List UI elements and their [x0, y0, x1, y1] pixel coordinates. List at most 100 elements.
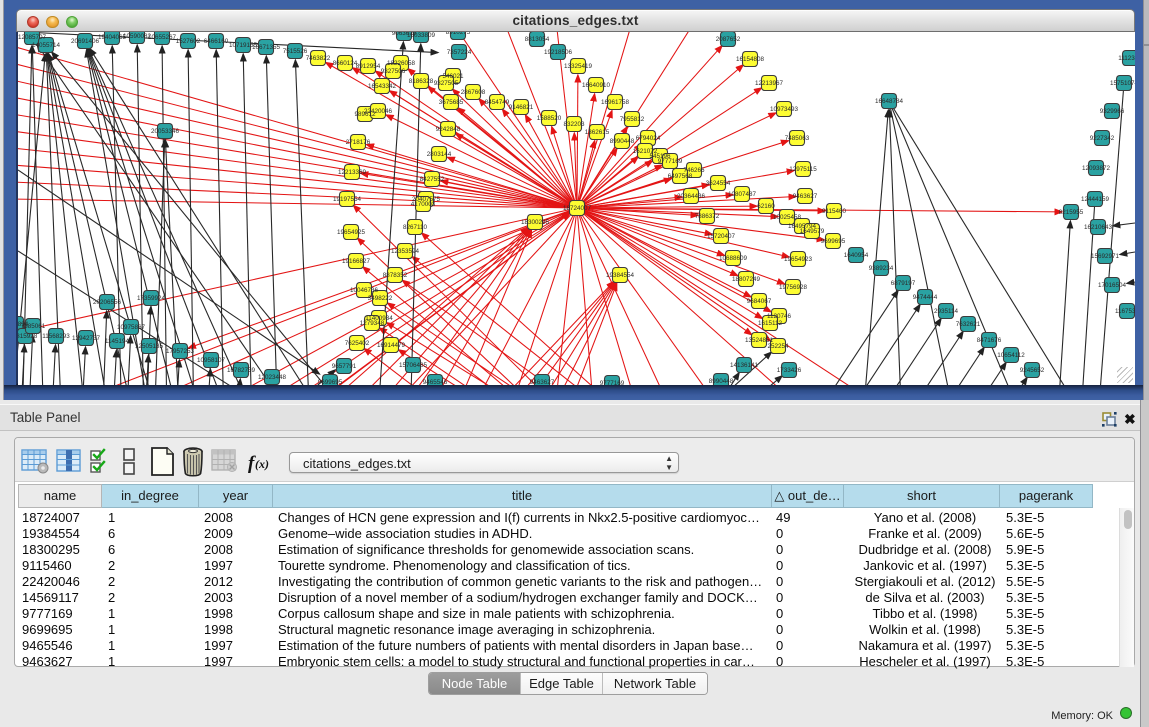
svg-text:9115460: 9115460	[822, 208, 847, 215]
svg-text:7955812: 7955812	[620, 116, 645, 123]
svg-text:8427552: 8427552	[420, 176, 445, 183]
svg-text:(x): (x)	[255, 457, 269, 471]
svg-text:14055714: 14055714	[32, 42, 61, 49]
svg-text:8215955: 8215955	[1059, 209, 1084, 216]
svg-text:16033809: 16033809	[407, 32, 436, 39]
svg-text:12353594: 12353594	[391, 248, 420, 255]
svg-text:1615112: 1615112	[758, 320, 783, 327]
svg-text:546021: 546021	[442, 73, 464, 80]
svg-text:10654112: 10654112	[997, 352, 1025, 359]
svg-text:15706485: 15706485	[399, 362, 428, 369]
svg-text:1145194: 1145194	[105, 338, 130, 345]
svg-text:8660124: 8660124	[333, 60, 358, 67]
svg-text:1527602: 1527602	[176, 38, 201, 45]
svg-text:7463822: 7463822	[306, 55, 331, 62]
svg-text:19384554: 19384554	[606, 272, 635, 279]
svg-text:18300295: 18300295	[521, 219, 550, 226]
svg-text:16961758: 16961758	[601, 99, 630, 106]
svg-text:8990448: 8990448	[709, 378, 734, 385]
svg-text:1588520: 1588520	[537, 115, 562, 122]
svg-text:17957253: 17957253	[166, 348, 195, 355]
svg-text:2935114: 2935114	[934, 308, 959, 315]
svg-text:6879197: 6879197	[891, 280, 916, 287]
svg-text:7625402: 7625402	[345, 340, 370, 347]
svg-text:19218506: 19218506	[544, 49, 573, 56]
svg-text:12093872: 12093872	[1082, 165, 1111, 172]
svg-text:8813054: 8813054	[525, 36, 550, 43]
svg-text:3675685: 3675685	[439, 99, 464, 106]
svg-text:19654925: 19654925	[337, 229, 366, 236]
svg-text:19166827: 19166827	[342, 258, 371, 265]
svg-text:9327505: 9327505	[434, 80, 459, 87]
svg-text:7385061: 7385061	[21, 323, 46, 330]
svg-text:10973493: 10973493	[770, 106, 799, 113]
svg-text:12975115: 12975115	[789, 166, 817, 173]
svg-text:1120746: 1120746	[767, 313, 792, 320]
svg-text:12942737: 12942737	[72, 335, 101, 342]
svg-text:6466160: 6466160	[204, 38, 229, 45]
svg-text:3315928: 3315928	[18, 333, 38, 340]
svg-text:17016504: 17016504	[1098, 282, 1127, 289]
svg-text:1279348: 1279348	[360, 320, 385, 327]
svg-text:16671355: 16671355	[252, 44, 281, 51]
svg-text:19756928: 19756928	[779, 284, 808, 291]
svg-text:9684067: 9684067	[747, 298, 772, 305]
svg-text:12444159: 12444159	[1081, 196, 1110, 203]
svg-text:8471676: 8471676	[977, 337, 1002, 344]
svg-text:7357224: 7357224	[447, 49, 472, 56]
svg-text:6794024: 6794024	[636, 135, 661, 142]
svg-text:13325419: 13325419	[564, 63, 593, 70]
svg-text:9463627: 9463627	[530, 379, 555, 385]
svg-text:2718176: 2718176	[346, 139, 371, 146]
svg-text:9327506: 9327506	[381, 68, 406, 75]
svg-text:9465546: 9465546	[423, 379, 448, 385]
svg-text:9777169: 9777169	[600, 380, 625, 385]
svg-text:16914479: 16914479	[377, 342, 406, 349]
svg-text:8267110: 8267110	[403, 224, 428, 231]
svg-text:9463627: 9463627	[793, 193, 818, 200]
svg-text:9699695: 9699695	[821, 238, 846, 245]
svg-text:2803144: 2803144	[427, 151, 452, 158]
svg-text:9389234: 9389234	[869, 265, 894, 272]
svg-text:832203: 832203	[563, 121, 585, 128]
svg-text:16782759: 16782759	[227, 367, 256, 374]
svg-text:12213369: 12213369	[338, 169, 367, 176]
svg-text:9699695: 9699695	[318, 379, 343, 385]
svg-text:9245652: 9245652	[1020, 367, 1045, 374]
svg-text:9474444: 9474444	[913, 294, 938, 301]
svg-text:20206556: 20206556	[93, 299, 122, 306]
svg-text:16543342: 16543342	[368, 83, 397, 90]
svg-text:3498222: 3498222	[368, 295, 393, 302]
svg-text:9242848: 9242848	[436, 126, 461, 133]
svg-text:10688609: 10688609	[719, 255, 748, 262]
svg-text:16640910: 16640910	[582, 82, 611, 89]
svg-text:1362615: 1362615	[585, 129, 610, 136]
svg-text:15751074: 15751074	[1110, 80, 1135, 87]
svg-text:2087652: 2087652	[716, 36, 741, 43]
svg-text:18724007: 18724007	[563, 205, 592, 212]
svg-text:1640954: 1640954	[844, 252, 869, 259]
svg-text:9777169: 9777169	[658, 158, 683, 165]
svg-text:1112345: 1112345	[1118, 55, 1135, 62]
svg-text:15692971: 15692971	[1091, 253, 1120, 260]
svg-text:8454749: 8454749	[485, 99, 510, 106]
svg-text:10807487: 10807487	[728, 191, 757, 198]
svg-text:9227342: 9227342	[1090, 135, 1115, 142]
svg-text:1649579: 1649579	[800, 228, 825, 235]
svg-text:20691406: 20691406	[71, 38, 100, 45]
svg-text:19197554: 19197554	[333, 196, 362, 203]
svg-text:10958107: 10958107	[197, 357, 226, 364]
svg-text:1733426: 1733426	[777, 367, 802, 374]
svg-text:10025458: 10025458	[773, 214, 802, 221]
svg-text:62160: 62160	[757, 203, 775, 210]
svg-text:7515526: 7515526	[283, 48, 308, 55]
svg-text:2867608: 2867608	[461, 89, 486, 96]
svg-text:12023448: 12023448	[258, 374, 287, 381]
svg-text:10655267: 10655267	[148, 34, 177, 41]
svg-text:10975867: 10975867	[117, 324, 146, 331]
svg-text:20364436: 20364436	[677, 193, 706, 200]
svg-text:16648784: 16648784	[875, 98, 904, 105]
svg-text:16210643: 16210643	[1084, 224, 1113, 231]
svg-text:11568293: 11568293	[42, 333, 70, 340]
svg-text:3624554: 3624554	[706, 180, 731, 187]
